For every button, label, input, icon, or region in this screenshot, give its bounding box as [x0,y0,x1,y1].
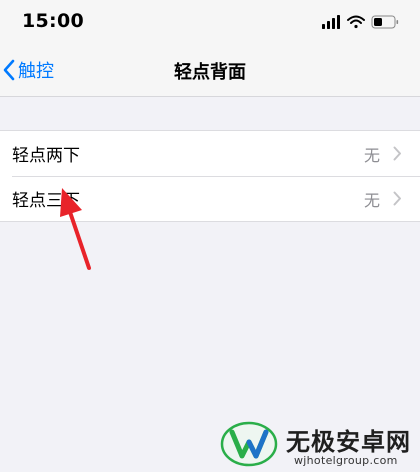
battery-icon [371,15,399,29]
page-title: 轻点背面 [174,62,246,83]
watermark-name: 无极安卓网 [286,428,411,456]
list-item-value: 无 [363,145,380,165]
chevron-right-icon [393,191,401,206]
list-item-double-tap[interactable]: 轻点两下 无 [0,131,420,176]
watermark-logo-icon [220,421,278,467]
signal-icon [322,15,340,29]
status-icons [322,15,399,29]
watermark: 无极安卓网 wjhotelgroup.com [210,412,420,472]
watermark-url: wjhotelgroup.com [294,454,398,467]
wifi-icon [347,15,365,29]
red-arrow-icon [60,188,91,270]
list-item-label: 轻点两下 [12,146,80,166]
chevron-right-icon [393,146,401,161]
list-item-value: 无 [363,190,380,210]
navigation-bar: 触控 轻点背面 [0,44,420,97]
status-bar: 15:00 [0,0,420,44]
status-time: 15:00 [22,10,84,32]
